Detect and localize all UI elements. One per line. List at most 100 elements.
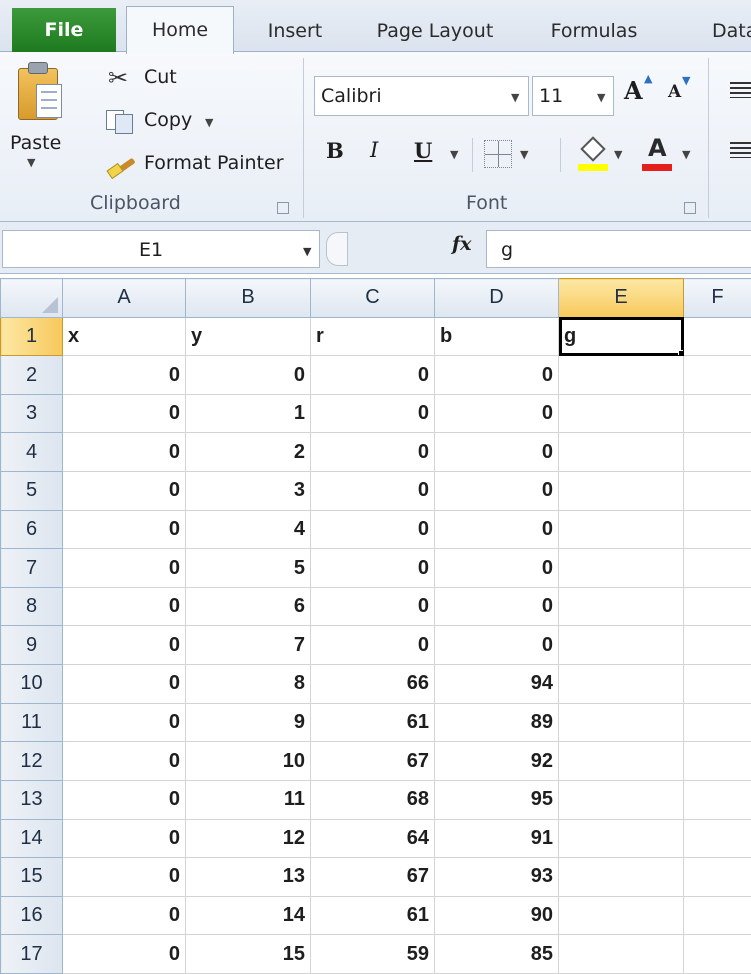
cell-e10[interactable]: [558, 664, 684, 704]
italic-button[interactable]: I: [370, 138, 378, 162]
align-left-icon[interactable]: [730, 142, 751, 158]
underline-dropdown-arrow-icon[interactable]: ▼: [450, 148, 458, 161]
tab-page-layout[interactable]: Page Layout: [362, 12, 508, 52]
fill-color-bucket-icon[interactable]: [578, 136, 608, 172]
cell-f7[interactable]: [683, 548, 751, 588]
cut-button[interactable]: Cut: [144, 66, 177, 88]
cell-e1[interactable]: g: [558, 316, 684, 357]
cell-c4[interactable]: 0: [310, 432, 435, 473]
cell-c13[interactable]: 68: [310, 779, 435, 820]
cell-e3[interactable]: [558, 393, 684, 434]
format-painter-button[interactable]: Format Painter: [144, 152, 284, 174]
cell-e2[interactable]: [558, 355, 684, 395]
cell-a11[interactable]: 0: [62, 702, 186, 743]
font-dialog-launcher-icon[interactable]: [684, 202, 696, 214]
cell-e13[interactable]: [558, 779, 684, 820]
cell-c5[interactable]: 0: [310, 471, 435, 511]
chevron-down-icon[interactable]: ▼: [511, 91, 519, 104]
column-header-a[interactable]: A: [62, 278, 186, 318]
cell-a5[interactable]: 0: [62, 471, 186, 511]
cell-a14[interactable]: 0: [62, 818, 186, 859]
cell-f16[interactable]: [683, 895, 751, 936]
cell-b3[interactable]: 1: [185, 393, 311, 434]
select-all-corner[interactable]: [0, 278, 63, 318]
cell-f9[interactable]: [683, 625, 751, 666]
cell-d13[interactable]: 95: [434, 779, 559, 820]
cell-d16[interactable]: 90: [434, 895, 559, 936]
formula-input[interactable]: g: [486, 230, 751, 268]
tab-formulas[interactable]: Formulas: [534, 12, 654, 52]
cell-a3[interactable]: 0: [62, 393, 186, 434]
cell-a16[interactable]: 0: [62, 895, 186, 936]
cell-c3[interactable]: 0: [310, 393, 435, 434]
underline-button[interactable]: U: [414, 138, 432, 163]
cell-e17[interactable]: [558, 934, 684, 974]
scissors-icon[interactable]: ✂: [108, 64, 128, 92]
cell-d4[interactable]: 0: [434, 432, 559, 473]
format-painter-brush-icon[interactable]: [106, 150, 138, 180]
align-top-icon[interactable]: [730, 82, 751, 98]
row-header-14[interactable]: 14: [0, 818, 63, 859]
paste-button[interactable]: Paste: [10, 132, 61, 154]
cell-f3[interactable]: [683, 393, 751, 434]
cell-f12[interactable]: [683, 741, 751, 781]
cell-e11[interactable]: [558, 702, 684, 743]
row-header-11[interactable]: 11: [0, 702, 63, 743]
cell-f11[interactable]: [683, 702, 751, 743]
font-size-combobox[interactable]: 11 ▼: [532, 76, 614, 116]
column-header-d[interactable]: D: [434, 278, 559, 318]
cell-b16[interactable]: 14: [185, 895, 311, 936]
row-header-2[interactable]: 2: [0, 355, 63, 395]
cell-e12[interactable]: [558, 741, 684, 781]
cell-f13[interactable]: [683, 779, 751, 820]
formula-bar-resize-handle[interactable]: [326, 232, 348, 266]
row-header-5[interactable]: 5: [0, 471, 63, 511]
cell-d15[interactable]: 93: [434, 857, 559, 897]
cell-b13[interactable]: 11: [185, 779, 311, 820]
row-header-7[interactable]: 7: [0, 548, 63, 588]
cell-e16[interactable]: [558, 895, 684, 936]
cell-b6[interactable]: 4: [185, 509, 311, 550]
cell-a15[interactable]: 0: [62, 857, 186, 897]
cell-d8[interactable]: 0: [434, 586, 559, 627]
cell-e4[interactable]: [558, 432, 684, 473]
cell-d17[interactable]: 85: [434, 934, 559, 974]
cell-d12[interactable]: 92: [434, 741, 559, 781]
grow-font-icon[interactable]: A: [624, 76, 643, 105]
row-header-8[interactable]: 8: [0, 586, 63, 627]
row-header-12[interactable]: 12: [0, 741, 63, 781]
tab-file[interactable]: File: [12, 8, 116, 52]
row-header-6[interactable]: 6: [0, 509, 63, 550]
cell-e14[interactable]: [558, 818, 684, 859]
column-header-f[interactable]: F: [683, 278, 751, 318]
cell-a12[interactable]: 0: [62, 741, 186, 781]
column-header-e[interactable]: E: [558, 278, 684, 318]
cell-f15[interactable]: [683, 857, 751, 897]
cell-b17[interactable]: 15: [185, 934, 311, 974]
cell-c12[interactable]: 67: [310, 741, 435, 781]
cell-c6[interactable]: 0: [310, 509, 435, 550]
cell-f6[interactable]: [683, 509, 751, 550]
fill-handle[interactable]: [678, 350, 683, 355]
cell-a1[interactable]: x: [62, 316, 186, 357]
cell-c7[interactable]: 0: [310, 548, 435, 588]
cell-c1[interactable]: r: [310, 316, 435, 357]
bold-button[interactable]: B: [326, 138, 344, 163]
cell-d5[interactable]: 0: [434, 471, 559, 511]
copy-dropdown-arrow-icon[interactable]: ▼: [205, 116, 213, 129]
cell-a9[interactable]: 0: [62, 625, 186, 666]
font-color-dropdown-arrow-icon[interactable]: ▼: [682, 148, 690, 161]
tab-data[interactable]: Data: [712, 12, 751, 52]
cell-d11[interactable]: 89: [434, 702, 559, 743]
cell-a13[interactable]: 0: [62, 779, 186, 820]
row-header-3[interactable]: 3: [0, 393, 63, 434]
copy-icon[interactable]: [106, 110, 136, 134]
font-name-combobox[interactable]: Calibri ▼: [314, 76, 529, 116]
paste-icon[interactable]: [18, 62, 62, 122]
cell-a7[interactable]: 0: [62, 548, 186, 588]
cell-f14[interactable]: [683, 818, 751, 859]
fill-color-dropdown-arrow-icon[interactable]: ▼: [614, 148, 622, 161]
column-header-c[interactable]: C: [310, 278, 435, 318]
cell-f8[interactable]: [683, 586, 751, 627]
cell-a10[interactable]: 0: [62, 664, 186, 704]
